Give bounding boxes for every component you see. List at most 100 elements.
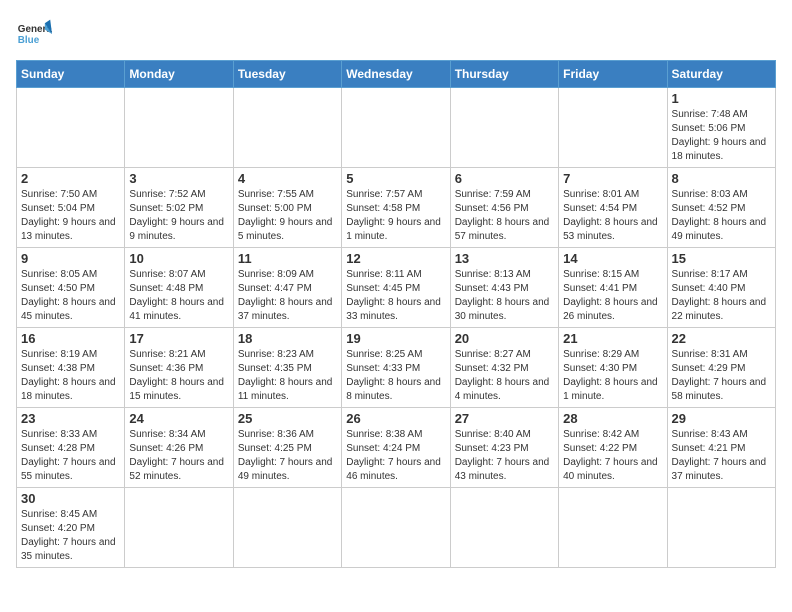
calendar-cell: 24Sunrise: 8:34 AM Sunset: 4:26 PM Dayli… — [125, 408, 233, 488]
calendar-week-row: 23 Sunrise: 8:33 AM Sunset: 4:28 PM Dayli… — [17, 408, 776, 488]
calendar-cell: 18 Sunrise: 8:23 AM Sunset: 4:35 PM Dayli… — [233, 328, 341, 408]
day-number: 13 — [455, 251, 554, 266]
day-number: 30 — [21, 491, 120, 506]
day-number: 3 — [129, 171, 228, 186]
day-info: Sunrise: 8:13 AM Sunset: 4:43 PM Dayligh… — [455, 268, 554, 324]
weekday-header: Sunday — [17, 61, 125, 88]
calendar-cell: 2 Sunrise: 7:50 AM Sunset: 5:04 PM Daylig… — [17, 168, 125, 248]
calendar-week-row: 30 Sunrise: 8:45 AM Sunset: 4:20 PM Dayli… — [17, 488, 776, 568]
day-info: Sunrise: 8:43 AM Sunset: 4:21 PM Dayligh… — [672, 428, 771, 484]
calendar-cell — [125, 88, 233, 168]
day-number: 5 — [346, 171, 445, 186]
day-number: 7 — [563, 171, 662, 186]
calendar-cell: 27 Sunrise: 8:40 AM Sunset: 4:23 PM Dayli… — [450, 408, 558, 488]
weekday-header: Thursday — [450, 61, 558, 88]
calendar-cell: 26 Sunrise: 8:38 AM Sunset: 4:24 PM Dayli… — [342, 408, 450, 488]
weekday-header: Wednesday — [342, 61, 450, 88]
day-number: 26 — [346, 411, 445, 426]
day-number: 19 — [346, 331, 445, 346]
calendar-body: 1Sunrise: 7:48 AM Sunset: 5:06 PM Daylig… — [17, 88, 776, 568]
calendar-week-row: 1Sunrise: 7:48 AM Sunset: 5:06 PM Daylig… — [17, 88, 776, 168]
day-info: Sunrise: 8:38 AM Sunset: 4:24 PM Dayligh… — [346, 428, 445, 484]
calendar-cell — [233, 88, 341, 168]
calendar-cell: 5 Sunrise: 7:57 AM Sunset: 4:58 PM Daylig… — [342, 168, 450, 248]
day-number: 27 — [455, 411, 554, 426]
day-info: Sunrise: 8:40 AM Sunset: 4:23 PM Dayligh… — [455, 428, 554, 484]
day-info: Sunrise: 7:50 AM Sunset: 5:04 PM Dayligh… — [21, 188, 120, 244]
svg-text:Blue: Blue — [18, 35, 40, 46]
calendar-cell: 7 Sunrise: 8:01 AM Sunset: 4:54 PM Daylig… — [559, 168, 667, 248]
day-info: Sunrise: 8:11 AM Sunset: 4:45 PM Dayligh… — [346, 268, 445, 324]
calendar-week-row: 2 Sunrise: 7:50 AM Sunset: 5:04 PM Daylig… — [17, 168, 776, 248]
day-info: Sunrise: 7:59 AM Sunset: 4:56 PM Dayligh… — [455, 188, 554, 244]
weekday-header: Tuesday — [233, 61, 341, 88]
day-number: 10 — [129, 251, 228, 266]
calendar-cell — [559, 488, 667, 568]
day-number: 11 — [238, 251, 337, 266]
day-number: 25 — [238, 411, 337, 426]
day-number: 24 — [129, 411, 228, 426]
calendar-cell: 23 Sunrise: 8:33 AM Sunset: 4:28 PM Dayli… — [17, 408, 125, 488]
calendar-cell: 29Sunrise: 8:43 AM Sunset: 4:21 PM Dayli… — [667, 408, 775, 488]
calendar-cell — [559, 88, 667, 168]
day-info: Sunrise: 8:01 AM Sunset: 4:54 PM Dayligh… — [563, 188, 662, 244]
calendar-week-row: 16Sunrise: 8:19 AM Sunset: 4:38 PM Dayli… — [17, 328, 776, 408]
day-info: Sunrise: 8:17 AM Sunset: 4:40 PM Dayligh… — [672, 268, 771, 324]
calendar-cell: 19 Sunrise: 8:25 AM Sunset: 4:33 PM Dayli… — [342, 328, 450, 408]
day-info: Sunrise: 8:42 AM Sunset: 4:22 PM Dayligh… — [563, 428, 662, 484]
day-number: 2 — [21, 171, 120, 186]
day-number: 18 — [238, 331, 337, 346]
calendar-header: SundayMondayTuesdayWednesdayThursdayFrid… — [17, 61, 776, 88]
calendar-cell: 1Sunrise: 7:48 AM Sunset: 5:06 PM Daylig… — [667, 88, 775, 168]
day-number: 4 — [238, 171, 337, 186]
calendar-cell: 16Sunrise: 8:19 AM Sunset: 4:38 PM Dayli… — [17, 328, 125, 408]
logo: General Blue — [16, 16, 52, 52]
day-info: Sunrise: 8:03 AM Sunset: 4:52 PM Dayligh… — [672, 188, 771, 244]
day-info: Sunrise: 8:09 AM Sunset: 4:47 PM Dayligh… — [238, 268, 337, 324]
calendar-cell: 12Sunrise: 8:11 AM Sunset: 4:45 PM Dayli… — [342, 248, 450, 328]
day-info: Sunrise: 8:07 AM Sunset: 4:48 PM Dayligh… — [129, 268, 228, 324]
day-info: Sunrise: 8:19 AM Sunset: 4:38 PM Dayligh… — [21, 348, 120, 404]
weekday-header: Saturday — [667, 61, 775, 88]
calendar-cell: 15 Sunrise: 8:17 AM Sunset: 4:40 PM Dayli… — [667, 248, 775, 328]
day-number: 23 — [21, 411, 120, 426]
day-number: 20 — [455, 331, 554, 346]
weekday-header: Friday — [559, 61, 667, 88]
calendar-cell: 30 Sunrise: 8:45 AM Sunset: 4:20 PM Dayli… — [17, 488, 125, 568]
calendar-cell — [667, 488, 775, 568]
page-header: General Blue — [16, 16, 776, 52]
weekday-header-row: SundayMondayTuesdayWednesdayThursdayFrid… — [17, 61, 776, 88]
day-number: 22 — [672, 331, 771, 346]
day-info: Sunrise: 8:05 AM Sunset: 4:50 PM Dayligh… — [21, 268, 120, 324]
calendar-cell: 25Sunrise: 8:36 AM Sunset: 4:25 PM Dayli… — [233, 408, 341, 488]
calendar-cell: 11 Sunrise: 8:09 AM Sunset: 4:47 PM Dayli… — [233, 248, 341, 328]
day-info: Sunrise: 7:55 AM Sunset: 5:00 PM Dayligh… — [238, 188, 337, 244]
calendar-cell: 4 Sunrise: 7:55 AM Sunset: 5:00 PM Daylig… — [233, 168, 341, 248]
day-info: Sunrise: 8:33 AM Sunset: 4:28 PM Dayligh… — [21, 428, 120, 484]
day-info: Sunrise: 8:23 AM Sunset: 4:35 PM Dayligh… — [238, 348, 337, 404]
calendar-cell: 8Sunrise: 8:03 AM Sunset: 4:52 PM Daylig… — [667, 168, 775, 248]
day-number: 28 — [563, 411, 662, 426]
calendar-cell: 21Sunrise: 8:29 AM Sunset: 4:30 PM Dayli… — [559, 328, 667, 408]
calendar-cell: 14Sunrise: 8:15 AM Sunset: 4:41 PM Dayli… — [559, 248, 667, 328]
day-info: Sunrise: 8:25 AM Sunset: 4:33 PM Dayligh… — [346, 348, 445, 404]
calendar-cell — [342, 488, 450, 568]
day-info: Sunrise: 8:45 AM Sunset: 4:20 PM Dayligh… — [21, 508, 120, 564]
day-number: 6 — [455, 171, 554, 186]
day-number: 15 — [672, 251, 771, 266]
calendar-week-row: 9Sunrise: 8:05 AM Sunset: 4:50 PM Daylig… — [17, 248, 776, 328]
calendar-cell — [450, 488, 558, 568]
logo-icon: General Blue — [16, 16, 52, 52]
day-info: Sunrise: 8:21 AM Sunset: 4:36 PM Dayligh… — [129, 348, 228, 404]
day-number: 17 — [129, 331, 228, 346]
calendar-cell — [17, 88, 125, 168]
calendar-cell — [450, 88, 558, 168]
day-info: Sunrise: 7:57 AM Sunset: 4:58 PM Dayligh… — [346, 188, 445, 244]
calendar-cell — [342, 88, 450, 168]
calendar-cell — [125, 488, 233, 568]
weekday-header: Monday — [125, 61, 233, 88]
day-number: 1 — [672, 91, 771, 106]
calendar-cell: 9Sunrise: 8:05 AM Sunset: 4:50 PM Daylig… — [17, 248, 125, 328]
calendar-cell: 6 Sunrise: 7:59 AM Sunset: 4:56 PM Daylig… — [450, 168, 558, 248]
calendar-cell: 13 Sunrise: 8:13 AM Sunset: 4:43 PM Dayli… — [450, 248, 558, 328]
